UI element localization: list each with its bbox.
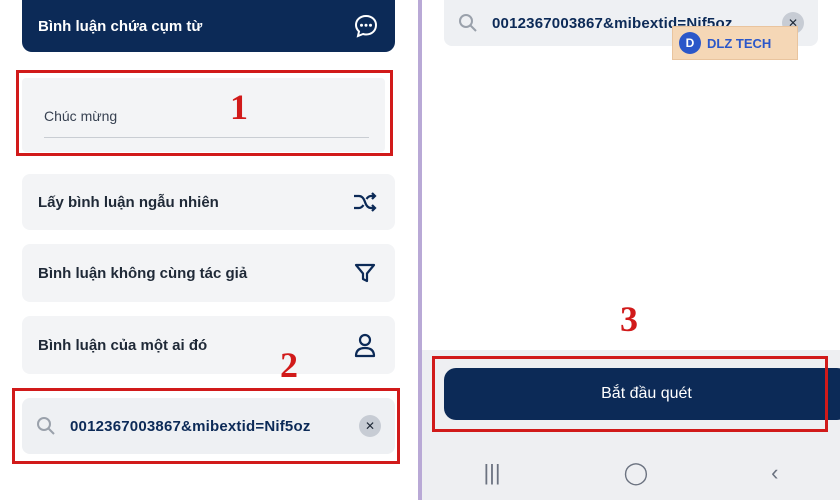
screenshot-stage: Bình luận chứa cụm từ Chúc mừng Lấy bình… [0,0,840,500]
random-comment-label: Lấy bình luận ngẫu nhiên [38,193,219,211]
filter-icon [351,259,379,287]
recents-nav-button[interactable]: ||| [483,460,500,486]
different-author-label: Bình luận không cùng tác giả [38,264,248,282]
chat-bubble-icon [354,14,378,38]
highlight-box-2 [12,388,400,464]
annotation-number-2: 2 [280,345,298,385]
phrase-comment-button[interactable]: Bình luận chứa cụm từ [22,0,395,52]
logo-text: DLZ TECH [707,35,772,51]
back-nav-button[interactable]: ‹ [771,460,778,486]
someone-comment-label: Bình luận của một ai đó [38,336,208,354]
phrase-comment-label: Bình luận chứa cụm từ [38,17,203,35]
search-icon [459,14,477,32]
highlight-box-1 [16,70,393,156]
shuffle-icon [351,188,379,216]
someone-comment-option[interactable]: Bình luận của một ai đó [22,316,395,374]
different-author-option[interactable]: Bình luận không cùng tác giả [22,244,395,302]
logo-mark-icon: D [679,32,701,54]
right-panel: 0012367003867&mibextid=Nif5oz ✕ D DLZ TE… [422,0,840,500]
user-icon [351,331,379,359]
annotation-number-3: 3 [620,299,638,339]
random-comment-option[interactable]: Lấy bình luận ngẫu nhiên [22,174,395,230]
highlight-box-3 [432,356,828,432]
left-panel: Bình luận chứa cụm từ Chúc mừng Lấy bình… [0,0,418,500]
android-nav-bar: ||| ◯ ‹ [422,446,840,500]
home-nav-button[interactable]: ◯ [624,460,649,486]
annotation-number-1: 1 [230,87,248,127]
dlz-tech-logo: D DLZ TECH [672,26,798,60]
